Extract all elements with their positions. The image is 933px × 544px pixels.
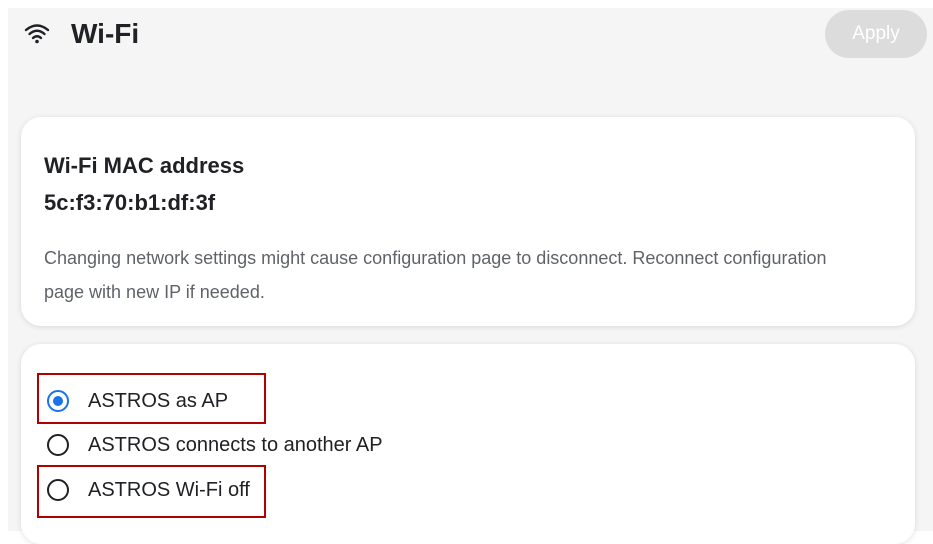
wifi-mode-option-label: ASTROS Wi-Fi off bbox=[88, 479, 250, 501]
page-header: Wi-Fi Apply bbox=[8, 8, 933, 64]
wifi-mode-option-client[interactable]: ASTROS connects to another AP bbox=[47, 432, 547, 462]
page-title: Wi-Fi bbox=[71, 18, 140, 49]
mac-info-card: Wi-Fi MAC address 5c:f3:70:b1:df:3f Chan… bbox=[21, 117, 915, 326]
mac-address-label: Wi-Fi MAC address bbox=[44, 153, 245, 178]
wifi-mode-option-label: ASTROS connects to another AP bbox=[88, 434, 383, 456]
mac-address-value: 5c:f3:70:b1:df:3f bbox=[44, 190, 216, 215]
wifi-mode-option-label: ASTROS as AP bbox=[88, 390, 229, 412]
wifi-mode-option-off[interactable]: ASTROS Wi-Fi off bbox=[47, 477, 547, 507]
radio-button[interactable] bbox=[47, 434, 69, 456]
radio-button[interactable] bbox=[47, 479, 69, 501]
apply-button[interactable]: Apply bbox=[825, 10, 927, 58]
wifi-mode-option-ap[interactable]: ASTROS as AP bbox=[47, 388, 547, 418]
disconnect-notice: Changing network settings might cause co… bbox=[44, 248, 827, 302]
wifi-settings-page: Wi-Fi Apply Wi-Fi MAC address 5c:f3:70:b… bbox=[8, 8, 933, 544]
radio-button-selected[interactable] bbox=[47, 390, 69, 412]
wifi-icon bbox=[24, 22, 50, 44]
wifi-mode-card: ASTROS as AP ASTROS connects to another … bbox=[21, 344, 915, 544]
